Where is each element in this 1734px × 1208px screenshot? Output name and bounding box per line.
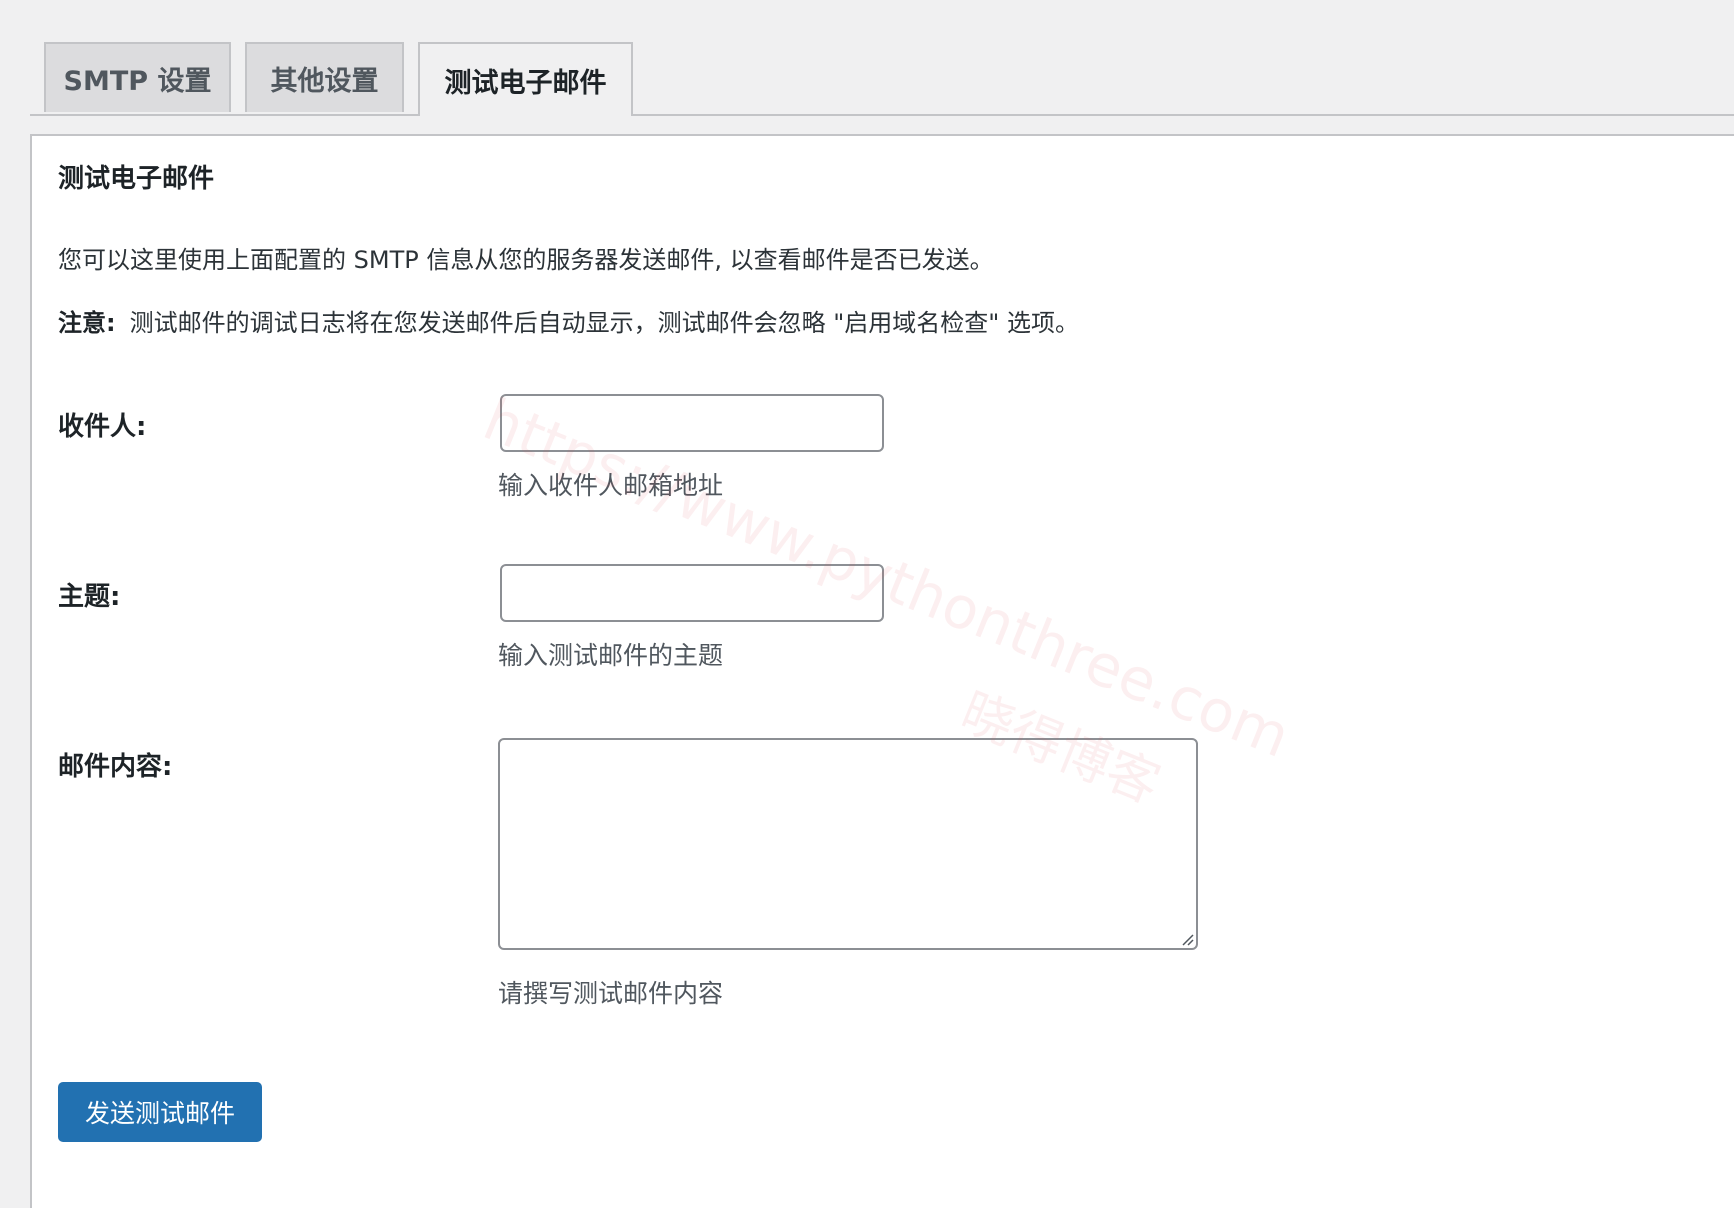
tab-bar: SMTP 设置 其他设置 测试电子邮件 bbox=[30, 0, 1734, 116]
message-label: 邮件内容: bbox=[58, 752, 173, 782]
panel-title: 测试电子邮件 bbox=[58, 164, 215, 194]
resize-handle-icon[interactable] bbox=[1180, 932, 1194, 946]
panel-description: 您可以这里使用上面配置的 SMTP 信息从您的服务器发送邮件, 以查看邮件是否已… bbox=[58, 246, 994, 274]
to-input[interactable] bbox=[500, 394, 884, 452]
note-label: 注意: bbox=[58, 309, 116, 337]
subject-help-text: 输入测试邮件的主题 bbox=[498, 641, 724, 670]
message-textarea[interactable] bbox=[498, 738, 1198, 950]
note-text: 测试邮件的调试日志将在您发送邮件后自动显示，测试邮件会忽略 "启用域名检查" 选… bbox=[129, 309, 1079, 337]
panel-note: 注意: 测试邮件的调试日志将在您发送邮件后自动显示，测试邮件会忽略 "启用域名检查… bbox=[58, 303, 1079, 338]
tab-smtp-settings[interactable]: SMTP 设置 bbox=[44, 42, 231, 112]
test-email-panel: 测试电子邮件 您可以这里使用上面配置的 SMTP 信息从您的服务器发送邮件, 以… bbox=[30, 134, 1734, 1208]
subject-label: 主题: bbox=[58, 582, 121, 612]
tab-other-settings[interactable]: 其他设置 bbox=[245, 42, 404, 112]
message-help-text: 请撰写测试邮件内容 bbox=[498, 979, 724, 1008]
send-test-email-button[interactable]: 发送测试邮件 bbox=[58, 1082, 262, 1142]
subject-input[interactable] bbox=[500, 564, 884, 622]
page: SMTP 设置 其他设置 测试电子邮件 测试电子邮件 您可以这里使用上面配置的 … bbox=[0, 0, 1734, 1208]
to-label: 收件人: bbox=[58, 412, 147, 442]
to-help-text: 输入收件人邮箱地址 bbox=[498, 471, 724, 500]
tab-test-email[interactable]: 测试电子邮件 bbox=[418, 42, 633, 116]
